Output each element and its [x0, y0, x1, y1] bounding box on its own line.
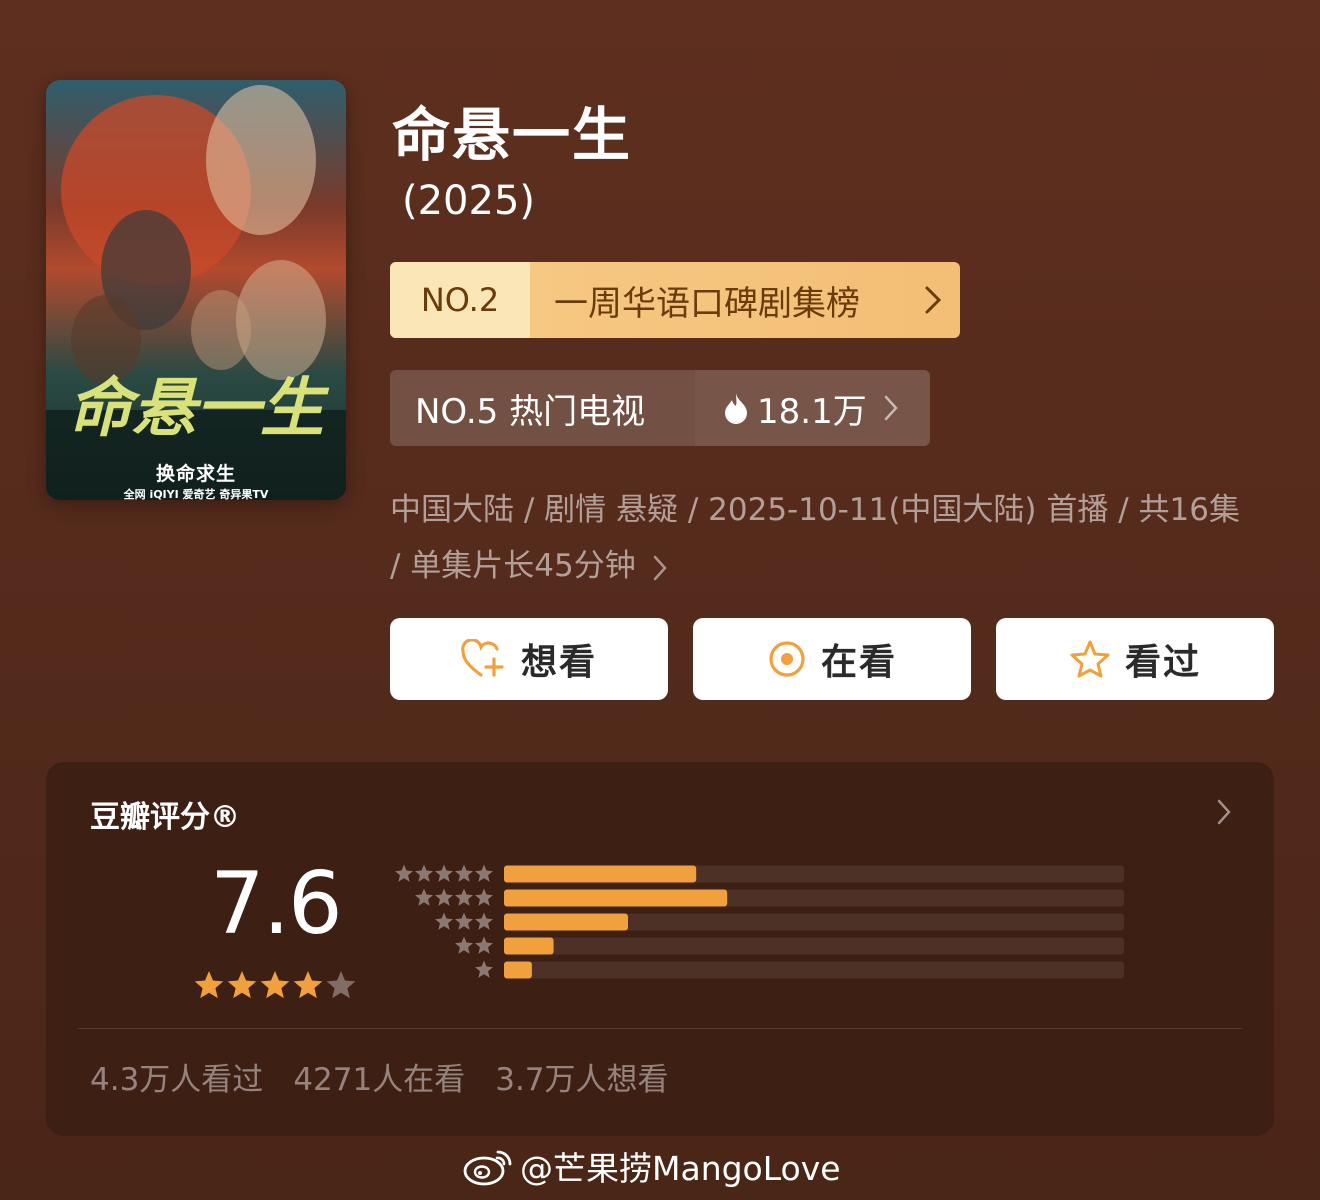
meta-text: 中国大陆 / 剧情 悬疑 / 2025-10-11(中国大陆) 首播 / 共16… [390, 492, 1240, 584]
distribution-track [504, 961, 1124, 979]
star-level-icon [475, 912, 493, 930]
rating-stars [194, 971, 356, 999]
rating-score: 7.6 [210, 854, 343, 954]
heart-plus-icon [461, 639, 504, 677]
star-filled-icon [227, 971, 257, 999]
weibo-watermark: @芒果捞MangoLove [462, 1142, 841, 1190]
star-level-icon [475, 936, 493, 954]
poster-image[interactable]: 命悬一生 换命求生 全网 iQIYI 爱奇艺 奇异果TV [46, 80, 346, 500]
distribution-bar-5-star [504, 865, 697, 883]
star-level-icon [435, 912, 453, 930]
poster-artwork: 命悬一生 [46, 85, 346, 500]
heat-value: 18.1万 [757, 391, 867, 432]
star-level-icon [455, 864, 473, 882]
star-level-icon [475, 960, 493, 978]
watched-label: 看过 [1124, 642, 1201, 683]
distribution-bar-2-star [504, 937, 554, 955]
poster-logos: 全网 iQIYI 爱奇艺 奇异果TV [123, 488, 269, 500]
watching-label: 在看 [820, 642, 897, 683]
star-level-icon [455, 888, 473, 906]
distribution-bar-3-star [504, 913, 628, 931]
watching-count: 4271人在看 [293, 1062, 466, 1098]
star-filled-icon [194, 971, 224, 999]
show-meta[interactable]: 中国大陆 / 剧情 悬疑 / 2025-10-11(中国大陆) 首播 / 共16… [390, 482, 1250, 594]
star-level-icon [395, 864, 413, 882]
want-to-watch-button[interactable]: 想看 [390, 618, 668, 700]
rank-chart-label: 一周华语口碑剧集榜 [554, 283, 860, 324]
weekly-chart-rank[interactable]: NO.2 一周华语口碑剧集榜 [390, 262, 960, 338]
star-level-icon [415, 888, 433, 906]
chevron-right-icon [884, 395, 898, 421]
popular-tv-rank[interactable]: NO.5 热门电视 18.1万 [390, 370, 930, 446]
star-level-icon [455, 912, 473, 930]
weibo-logo-icon [463, 1150, 512, 1186]
poster-calligraphy: 命悬一生 [68, 371, 330, 446]
show-year: (2025) [402, 178, 536, 224]
chevron-right-icon [653, 555, 667, 580]
star-outline-icon [1070, 640, 1110, 678]
watermark-text: @芒果捞MangoLove [520, 1149, 841, 1188]
watch-stats: 4.3万人看过 4271人在看 3.7万人想看 [90, 1054, 669, 1099]
distribution-track [504, 937, 1124, 955]
star-level-icon [435, 888, 453, 906]
chevron-right-icon [906, 262, 960, 338]
popular-tv-label: NO.5 热门电视 [390, 370, 695, 446]
star-level-icon [475, 864, 493, 882]
chevron-right-icon [1217, 799, 1231, 825]
target-icon [769, 641, 805, 677]
rank-number: NO.2 [390, 262, 530, 338]
want-count: 3.7万人想看 [495, 1062, 669, 1098]
distribution-bar-4-star [504, 889, 728, 907]
want-label: 想看 [520, 642, 597, 683]
star-empty-icon [326, 971, 356, 999]
rating-title: 豆瓣评分® [90, 800, 240, 835]
watching-button[interactable]: 在看 [693, 618, 971, 700]
poster-tagline: 换命求生 [155, 463, 236, 485]
watched-count: 4.3万人看过 [90, 1062, 264, 1098]
distribution-bar-1-star [504, 961, 532, 979]
rating-distribution [395, 864, 1124, 979]
star-level-icon [415, 864, 433, 882]
star-filled-icon [293, 971, 323, 999]
show-title: 命悬一生 [392, 101, 633, 169]
watched-button[interactable]: 看过 [996, 618, 1274, 700]
star-filled-icon [260, 971, 290, 999]
star-level-icon [475, 888, 493, 906]
star-level-icon [455, 936, 473, 954]
star-level-icon [435, 864, 453, 882]
douban-rating-card[interactable]: 豆瓣评分® 7.6 4.3万人看过 4271人在看 3.7万人想看 [46, 762, 1274, 1136]
divider [78, 1028, 1242, 1029]
flame-icon [725, 393, 747, 424]
